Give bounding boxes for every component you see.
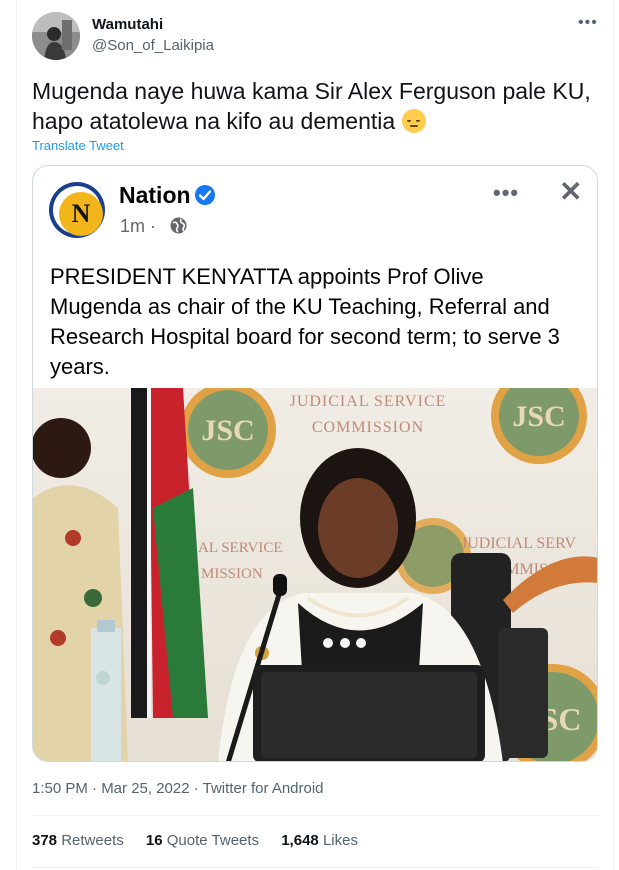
- post-body-line-4: years.: [50, 354, 110, 379]
- seal-text-right: JSC: [512, 400, 565, 433]
- translate-tweet-link[interactable]: Translate Tweet: [32, 138, 124, 153]
- divider-bottom: [32, 867, 598, 868]
- tweet-text: Mugenda naye huwa kama Sir Alex Ferguson…: [32, 76, 592, 136]
- tweet-timestamp[interactable]: 1:50 PM · Mar 25, 2022 · Twitter for And…: [32, 780, 324, 797]
- close-icon[interactable]: ✕: [559, 178, 582, 206]
- author-name[interactable]: Wamutahi: [92, 16, 163, 33]
- post-photo[interactable]: JSC JSC JSC JUDICIAL SERVICE COMMISSION …: [33, 388, 597, 761]
- page-name[interactable]: Nation: [119, 182, 191, 209]
- retweets-stat[interactable]: 378 Retweets: [32, 832, 124, 849]
- globe-icon: [170, 217, 187, 234]
- post-body-line-3: Research Hospital board for second term;…: [50, 324, 560, 349]
- seal-text-top: JSC: [201, 414, 254, 447]
- backdrop-text-left-2: MISSION: [201, 566, 263, 582]
- pensive-face-icon: [401, 109, 426, 133]
- engagement-stats: 378 Retweets 16 Quote Tweets 1,648 Likes: [32, 832, 376, 849]
- photo-illustration: JSC JSC JSC JUDICIAL SERVICE COMMISSION …: [33, 388, 597, 761]
- divider: [32, 815, 598, 816]
- avatar-photo: [32, 12, 80, 60]
- embedded-screenshot-card[interactable]: N Nation 1m · ••• ✕ PRESIDENT KENYATTA a…: [32, 165, 598, 762]
- likes-stat[interactable]: 1,648 Likes: [281, 832, 358, 849]
- backdrop-text-right-1: JUDICIAL SERV: [461, 535, 576, 552]
- more-options-icon[interactable]: •••: [578, 14, 598, 32]
- backdrop-text-top-1: JUDICIAL SERVICE: [290, 393, 447, 410]
- post-body: PRESIDENT KENYATTA appoints Prof Olive M…: [50, 262, 590, 382]
- post-options-icon[interactable]: •••: [493, 180, 519, 206]
- backdrop-text-left-1: AL SERVICE: [198, 540, 283, 556]
- post-time: 1m ·: [120, 216, 156, 236]
- author-handle[interactable]: @Son_of_Laikipia: [92, 37, 214, 54]
- post-body-line-2: Mugenda as chair of the KU Teaching, Ref…: [50, 294, 550, 319]
- post-body-line-1: PRESIDENT KENYATTA appoints Prof Olive: [50, 264, 484, 289]
- quote-tweets-stat[interactable]: 16 Quote Tweets: [146, 832, 259, 849]
- nation-logo[interactable]: N: [49, 182, 105, 238]
- backdrop-text-top-2: COMMISSION: [312, 419, 424, 436]
- tweet-text-line-2: hapo atatolewa na kifo au dementia: [32, 108, 396, 134]
- author-avatar[interactable]: [32, 12, 80, 60]
- nation-logo-letter: N: [59, 192, 103, 236]
- verified-badge-icon: [195, 185, 215, 205]
- tweet-text-line-2-wrap: hapo atatolewa na kifo au dementia: [32, 106, 592, 136]
- tweet-text-line-1: Mugenda naye huwa kama Sir Alex Ferguson…: [32, 78, 591, 104]
